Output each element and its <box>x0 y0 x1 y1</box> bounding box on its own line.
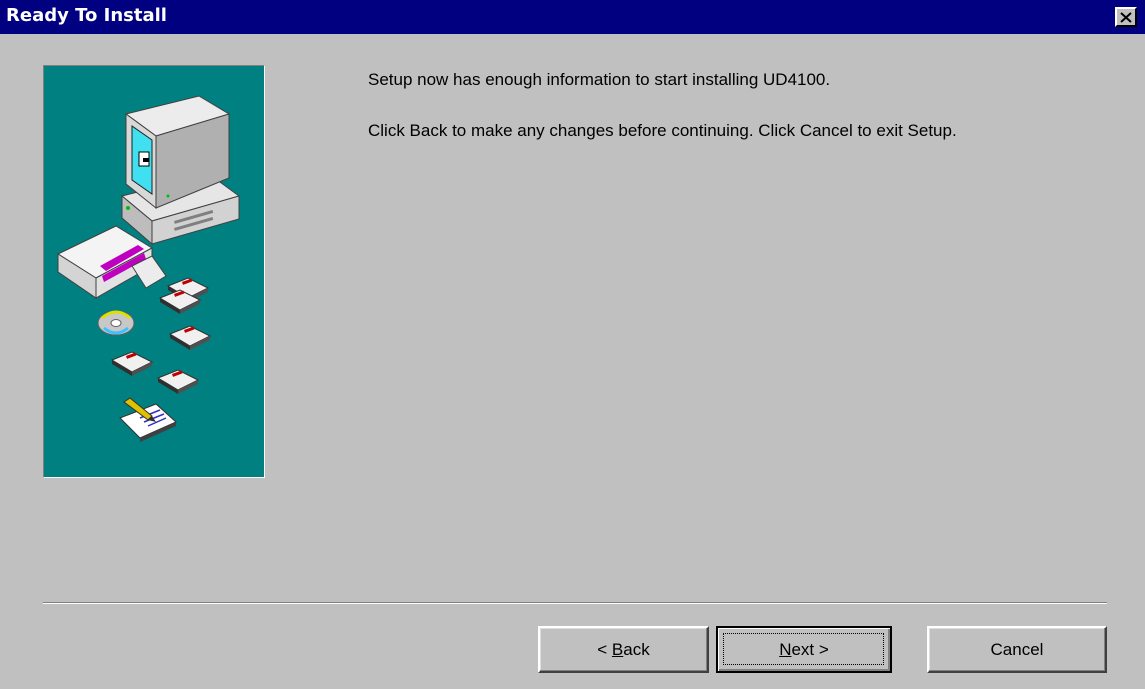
close-button[interactable] <box>1115 7 1137 27</box>
back-button[interactable]: < Back <box>538 626 709 673</box>
title-bar: Ready To Install <box>0 0 1145 34</box>
window-title: Ready To Install <box>6 5 167 26</box>
pencil-paper-icon <box>119 397 177 442</box>
cd-icon <box>97 310 135 336</box>
separator-line <box>43 602 1107 604</box>
installer-dialog: Ready To Install Setup now has enough in… <box>0 0 1145 689</box>
next-button[interactable]: Next > <box>716 626 892 673</box>
next-button-label: Next > <box>779 639 829 659</box>
cancel-button[interactable]: Cancel <box>927 626 1107 673</box>
back-button-label: < Back <box>597 639 650 659</box>
floppy-disk-icon <box>110 277 212 394</box>
instructions-message: Click Back to make any changes before co… <box>368 121 957 140</box>
setup-illustration <box>43 65 265 478</box>
computer-icon <box>120 95 241 246</box>
cancel-button-label: Cancel <box>990 639 1044 659</box>
close-x-icon <box>1120 11 1132 23</box>
info-message: Setup now has enough information to star… <box>368 70 831 89</box>
